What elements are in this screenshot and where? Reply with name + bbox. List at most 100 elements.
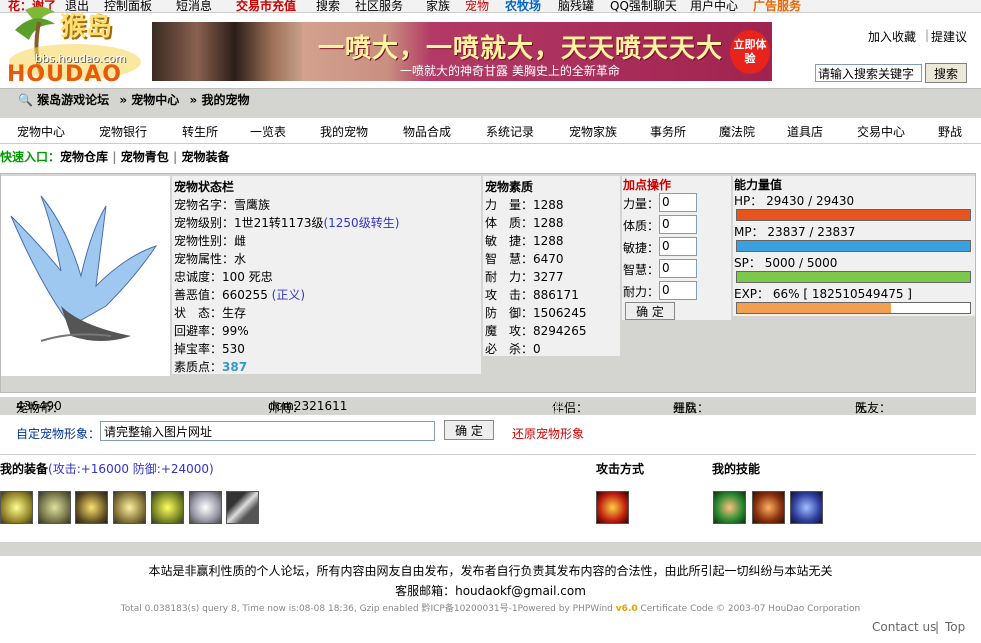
tab-pet-bank[interactable]: 宠物银行: [99, 123, 147, 140]
skill-1-icon[interactable]: [713, 491, 746, 524]
status-row: 宠物级别：1世21转1173级(1250级转生): [174, 214, 479, 232]
tab-pet-family[interactable]: 宠物家族: [569, 123, 617, 140]
sp-value: 5000 / 5000: [764, 256, 838, 270]
equip-slot-sword-icon[interactable]: [0, 491, 33, 524]
footer-stats: Total 0.038183(s) query 8, Time now is:0…: [0, 601, 981, 614]
tab-magic[interactable]: 魔法院: [719, 123, 755, 140]
tab-overview[interactable]: 一览表: [250, 123, 286, 140]
ad-banner[interactable]: 一喷大，一喷就大，天天喷天天大 一喷就大的神奇甘露 美胸史上的全新革命 立即体验: [152, 22, 772, 81]
nav-messages[interactable]: 短消息: [176, 0, 212, 12]
tab-office[interactable]: 事务所: [650, 123, 686, 140]
contact-us-link[interactable]: Contact us: [872, 620, 936, 634]
nav-trade-recharge[interactable]: 交易市充值: [236, 0, 296, 12]
tab-rebirth[interactable]: 转生所: [182, 123, 218, 140]
mp-label: MP： 23837 / 23837: [734, 223, 855, 240]
custom-confirm-button[interactable]: 确 定: [444, 420, 494, 440]
nav-user-center[interactable]: 用户中心: [690, 0, 738, 12]
footer-stats-text: Total 0.038183(s) query 8, Time now is:0…: [120, 604, 613, 614]
suggest-link[interactable]: 提建议: [931, 28, 967, 45]
equip-slot-claw-icon[interactable]: [226, 491, 259, 524]
nav-community[interactable]: 社区服务: [355, 0, 403, 12]
add-endurance-input[interactable]: 0: [659, 281, 697, 300]
breadcrumb-forum[interactable]: 猴岛游戏论坛: [37, 93, 109, 107]
addpoint-label: 敏捷：: [623, 241, 660, 255]
nav-qq-chat[interactable]: QQ强制聊天: [610, 0, 677, 12]
equip-slot-helmet-icon[interactable]: [75, 491, 108, 524]
quick-storage[interactable]: 宠物仓库: [60, 150, 108, 164]
nav-farm[interactable]: 农牧场: [505, 0, 541, 12]
search-button[interactable]: 搜索: [925, 63, 967, 83]
status-row: 回避率：99%: [174, 322, 479, 340]
equip-stats: (攻击:+16000 防御:+24000): [48, 462, 214, 476]
add-constitution-input[interactable]: 0: [659, 215, 697, 234]
quality-value: 1506245: [533, 306, 587, 320]
quality-row: 力 量：1288: [485, 196, 618, 214]
custom-image-row: 自定宠物形象： 确 定 还原宠物形象: [0, 420, 976, 446]
sp-bar: [736, 271, 971, 283]
equip-slot-armor-icon[interactable]: [113, 491, 146, 524]
quality-value: 886171: [533, 288, 579, 302]
top-link[interactable]: Top: [945, 620, 965, 634]
status-value: 雌: [234, 234, 247, 248]
status-row: 状 态：生存: [174, 304, 479, 322]
hp-label: HP： 29430 / 29430: [734, 192, 854, 209]
add-favorite-link[interactable]: 加入收藏: [868, 28, 916, 45]
tab-synthesis[interactable]: 物品合成: [403, 123, 451, 140]
sp-key: SP：: [734, 256, 761, 270]
equip-title: 我的装备: [0, 462, 49, 476]
quick-equipment[interactable]: 宠物装备: [182, 150, 230, 164]
nav-brain-jar[interactable]: 脑残罐: [558, 0, 594, 12]
skill-3-icon[interactable]: [790, 491, 823, 524]
attack-method-icon[interactable]: [596, 491, 629, 524]
addpoint-confirm-button[interactable]: 确 定: [625, 302, 675, 320]
equip-slot-ring-icon[interactable]: [189, 491, 222, 524]
pet-info-row: 宠物币： 436490 师傅： dcm2321611 伴侣：无 组队： 开启 队友：…: [0, 397, 976, 415]
nav-ad-service[interactable]: 广告服务: [753, 0, 801, 12]
equip-slot-boots-icon[interactable]: [151, 491, 184, 524]
breadcrumb-sep: »: [189, 93, 198, 107]
nav-pets[interactable]: 宠物: [465, 0, 489, 12]
breadcrumb-my-pet[interactable]: 我的宠物: [201, 93, 249, 107]
quality-key: 必 杀：: [485, 342, 534, 356]
tab-item-shop[interactable]: 道具店: [787, 123, 823, 140]
footer-version: v6.0: [615, 604, 638, 614]
equip-slot-shield-icon[interactable]: [38, 491, 71, 524]
add-strength-input[interactable]: 0: [659, 193, 697, 212]
quality-key: 耐 力：: [485, 270, 534, 284]
tab-records[interactable]: 系统记录: [486, 123, 534, 140]
mp-key: MP：: [734, 225, 764, 239]
search-input[interactable]: [815, 64, 922, 82]
status-key: 掉宝率：: [174, 342, 223, 356]
tab-my-pet[interactable]: 我的宠物: [320, 123, 368, 140]
tab-field-battle[interactable]: 野战: [938, 123, 962, 140]
quality-key: 攻 击：: [485, 288, 534, 302]
add-agility-input[interactable]: 0: [659, 237, 697, 256]
status-key: 宠物级别：: [174, 216, 235, 230]
partner-value: 无: [552, 401, 565, 415]
nav-search[interactable]: 搜索: [316, 0, 340, 12]
quality-value: 6470: [533, 252, 564, 266]
custom-image-url-input[interactable]: [100, 421, 435, 441]
master-value[interactable]: dcm2321611: [268, 399, 347, 413]
quick-bag[interactable]: 宠物青包: [121, 150, 169, 164]
ability-panel: 能力量值 HP： 29430 / 29430 MP： 23837 / 23837…: [733, 176, 975, 316]
skill-2-icon[interactable]: [752, 491, 785, 524]
nav-family[interactable]: 家族: [426, 0, 450, 12]
status-row: 宠物属性：水: [174, 250, 479, 268]
email-link[interactable]: houdaokf@gmail.com: [455, 584, 586, 598]
restore-image-link[interactable]: 还原宠物形象: [512, 425, 584, 442]
site-logo[interactable]: 猴岛 bbs.houdao.com HOUDAO: [5, 0, 145, 88]
quality-title: 宠物素质: [485, 180, 534, 194]
banner-badge: 立即体验: [730, 30, 770, 74]
tab-pet-center[interactable]: 宠物中心: [17, 123, 65, 140]
status-row: 掉宝率：530: [174, 340, 479, 358]
tab-trade[interactable]: 交易中心: [857, 123, 905, 140]
banner-headline: 一喷大，一喷就大，天天喷天天大: [318, 34, 724, 64]
status-value: 100 死忠: [222, 270, 273, 284]
divider: |: [172, 150, 182, 164]
add-wisdom-input[interactable]: 0: [659, 259, 697, 278]
addpoint-label: 体质：: [623, 219, 660, 233]
breadcrumb-pet-center[interactable]: 宠物中心: [131, 93, 179, 107]
status-row: 宠物性别：雌: [174, 232, 479, 250]
footer-copyright: Certificate Code © 2003-07 HouDao Corpor…: [640, 604, 861, 614]
